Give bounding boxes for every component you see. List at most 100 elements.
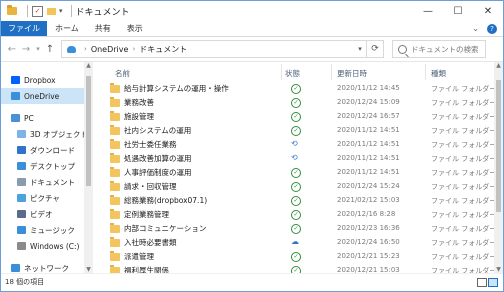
file-row[interactable]: 内部コミュニケーション ✓ 2020/12/23 16:36 ファイル フォルダー (93, 222, 503, 236)
file-row[interactable]: 派遣管理 ✓ 2020/12/21 15:23 ファイル フォルダー (93, 250, 503, 264)
file-row[interactable]: 請求・回収管理 ✓ 2020/12/24 15:24 ファイル フォルダー (93, 180, 503, 194)
nav-item[interactable]: デスクトップ (1, 158, 93, 174)
column-date[interactable]: 更新日時 (337, 68, 367, 79)
tab-file[interactable]: ファイル (1, 21, 47, 36)
synced-icon: ✓ (291, 98, 301, 108)
scrollbar-thumb[interactable] (496, 80, 501, 212)
file-row[interactable]: 処遇改善加算の運用 ⟲ 2020/11/12 14:51 ファイル フォルダー (93, 152, 503, 166)
nav-item[interactable]: ドキュメント (1, 174, 93, 190)
file-row[interactable]: 定例業務管理 ✓ 2020/12/16 8:28 ファイル フォルダー (93, 208, 503, 222)
chevron-down-icon[interactable]: ▾ (354, 45, 366, 53)
back-icon[interactable]: ← (5, 44, 19, 55)
column-name[interactable]: 名前 (115, 68, 130, 79)
new-folder-icon[interactable] (47, 7, 56, 15)
folder-icon (110, 125, 120, 135)
breadcrumb-onedrive[interactable]: OneDrive (91, 45, 129, 54)
column-divider[interactable] (281, 64, 282, 80)
details-view-icon[interactable] (477, 278, 487, 287)
expand-ribbon-icon[interactable]: ⌄ (472, 24, 479, 33)
file-name: 総務業務(dropbox07.1) (124, 196, 208, 205)
column-status[interactable]: 状態 (285, 68, 300, 79)
file-row[interactable]: 社労士委任業務 ⟲ 2020/11/12 14:51 ファイル フォルダー (93, 138, 503, 152)
dropbox-icon (11, 76, 20, 84)
recent-locations-icon[interactable]: ▾ (33, 45, 43, 53)
synced-icon: ✓ (291, 252, 301, 262)
up-icon[interactable]: ↑ (43, 44, 57, 55)
tab-share[interactable]: 共有 (87, 21, 119, 36)
file-date: 2020/12/21 15:03 (337, 266, 400, 273)
cloud-only-icon: ☁ (291, 237, 299, 246)
scrollbar-thumb[interactable] (86, 76, 91, 186)
file-date: 2020/12/16 8:28 (337, 210, 396, 218)
desktop-icon (17, 162, 26, 170)
properties-icon[interactable]: ✓ (32, 5, 43, 17)
nav-item[interactable]: ピクチャ (1, 190, 93, 206)
column-divider[interactable] (331, 64, 332, 80)
status-bar: 18 個の項目 (1, 273, 503, 290)
file-name: 人事評価制度の運用 (124, 168, 192, 177)
file-row[interactable]: 総務業務(dropbox07.1) ✓ 2021/02/12 15:03 ファイル フ… (93, 194, 503, 208)
drive-icon (17, 242, 26, 250)
forward-icon[interactable]: → (19, 44, 33, 55)
file-row[interactable]: 社内システムの運用 ✓ 2020/11/12 14:51 ファイル フォルダー (93, 124, 503, 138)
scroll-up-icon[interactable]: ▲ (84, 62, 93, 69)
file-name: 請求・回収管理 (124, 182, 177, 191)
scroll-up-icon[interactable]: ▲ (494, 62, 503, 69)
navigation-scrollbar[interactable]: ▲ ▼ (84, 62, 93, 273)
column-type[interactable]: 種類 (431, 68, 446, 79)
file-type: ファイル フォルダー (431, 155, 497, 163)
scroll-down-icon[interactable]: ▼ (494, 266, 503, 273)
folder-icon (110, 209, 120, 219)
nav-item[interactable]: ダウンロード (1, 142, 93, 158)
synced-icon: ✓ (291, 266, 301, 273)
videos-icon (17, 210, 26, 218)
breadcrumb-documents[interactable]: ドキュメント (139, 44, 187, 55)
help-icon[interactable]: ? (487, 23, 497, 34)
search-placeholder: ドキュメントの検索 (411, 44, 479, 54)
file-type: ファイル フォルダー (431, 183, 497, 191)
maximize-button[interactable]: ☐ (443, 1, 473, 21)
search-input[interactable]: ドキュメントの検索 (392, 40, 486, 58)
file-row[interactable]: 施設管理 ✓ 2020/12/24 16:57 ファイル フォルダー (93, 110, 503, 124)
file-row[interactable]: 給与計算システムの運用・操作 ✓ 2020/11/12 14:45 ファイル フォルダ… (93, 82, 503, 96)
address-bar[interactable]: › OneDrive › ドキュメント ▾ (61, 40, 367, 58)
ribbon-tabs: ファイル ホーム 共有 表示 ⌄ ? (1, 21, 503, 37)
nav-item-label: ドキュメント (30, 177, 75, 187)
file-list-scrollbar[interactable]: ▲ ▼ (494, 62, 503, 273)
file-type: ファイル フォルダー (431, 169, 497, 177)
file-date: 2021/02/12 15:03 (337, 196, 400, 204)
tab-home[interactable]: ホーム (47, 21, 87, 36)
nav-item[interactable]: ミュージック (1, 222, 93, 238)
large-icons-view-icon[interactable] (488, 278, 498, 287)
close-button[interactable]: ✕ (473, 1, 503, 21)
chevron-right-icon[interactable]: › (84, 45, 87, 53)
nav-item[interactable]: Dropbox (1, 72, 93, 88)
scroll-down-icon[interactable]: ▼ (84, 266, 93, 273)
file-type: ファイル フォルダー (431, 253, 497, 261)
file-row[interactable]: 福利厚生関係 ✓ 2020/12/21 15:03 ファイル フォルダー (93, 264, 503, 273)
nav-item-label: ピクチャ (30, 193, 60, 203)
file-date: 2020/12/24 15:24 (337, 182, 400, 190)
file-row[interactable]: 入社時必要書類 ☁ 2020/12/24 16:50 ファイル フォルダー (93, 236, 503, 250)
nav-item[interactable]: ビデオ (1, 206, 93, 222)
nav-item[interactable]: PC (1, 110, 93, 126)
folder-icon (110, 111, 120, 121)
file-row[interactable]: 人事評価制度の運用 ✓ 2020/11/12 14:51 ファイル フォルダー (93, 166, 503, 180)
nav-item[interactable]: 3D オブジェクト (1, 126, 93, 142)
file-date: 2020/12/24 16:57 (337, 112, 400, 120)
refresh-button[interactable]: ⟳ (367, 40, 384, 58)
chevron-down-icon[interactable]: ▾ (59, 7, 63, 15)
file-date: 2020/11/12 14:45 (337, 84, 400, 92)
address-row: ← → ▾ ↑ › OneDrive › ドキュメント ▾ ⟳ ドキュメントの検… (1, 37, 503, 62)
minimize-button[interactable]: — (413, 1, 443, 21)
synced-icon: ✓ (291, 210, 301, 220)
chevron-right-icon[interactable]: › (132, 45, 135, 53)
file-row[interactable]: 業務改善 ✓ 2020/12/24 15:09 ファイル フォルダー (93, 96, 503, 110)
column-header-row: ⌃ 名前 状態 更新日時 種類 (93, 62, 503, 82)
tab-view[interactable]: 表示 (119, 21, 151, 36)
column-divider[interactable] (425, 64, 426, 80)
folder-icon (110, 153, 120, 163)
nav-item-label: ミュージック (30, 225, 75, 235)
nav-item[interactable]: OneDrive (1, 88, 93, 104)
nav-item[interactable]: Windows (C:) (1, 238, 93, 254)
